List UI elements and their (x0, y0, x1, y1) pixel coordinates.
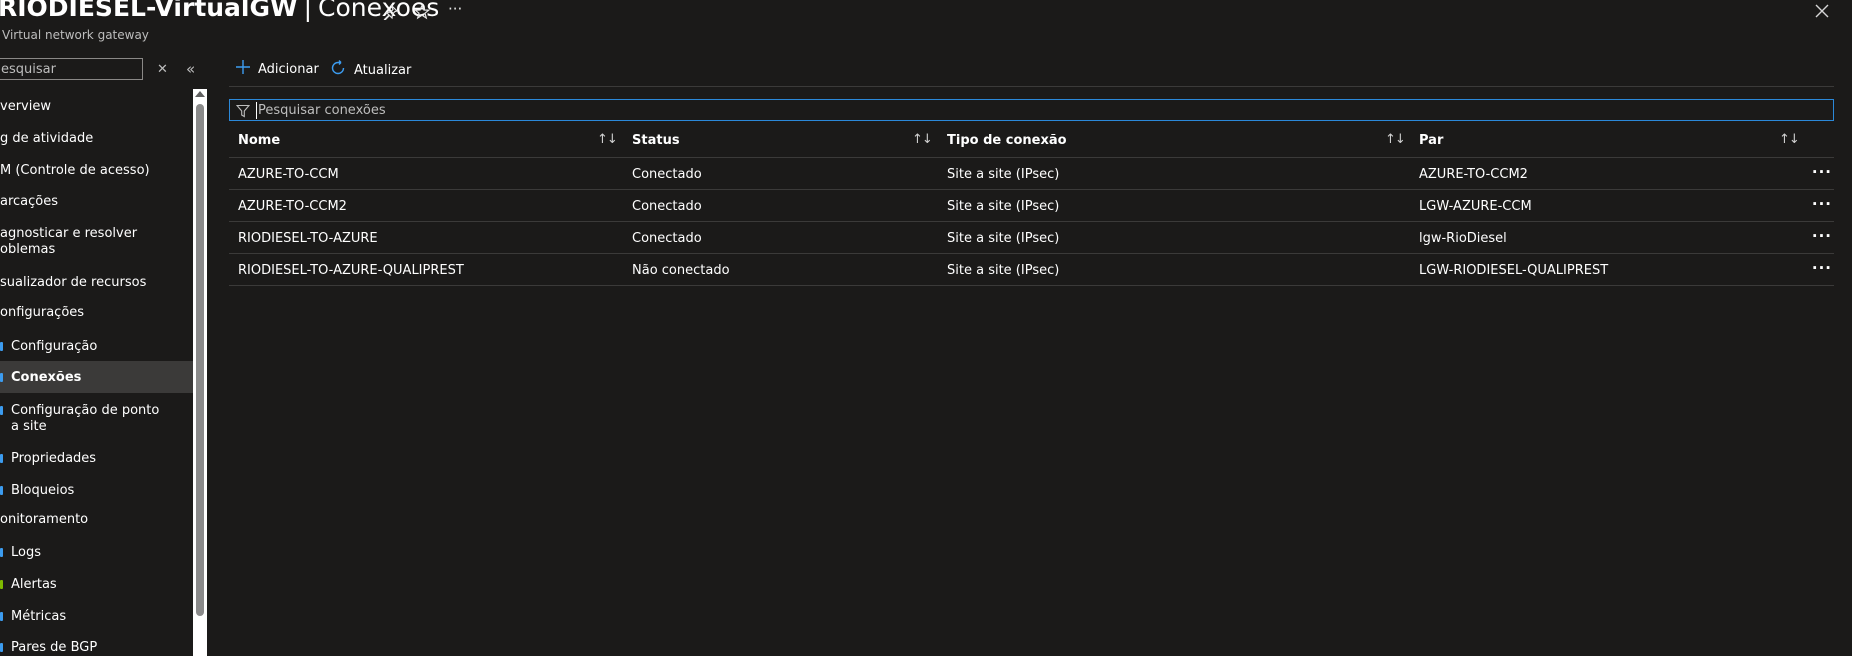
search-connections-input[interactable] (256, 101, 1833, 119)
sidebar-item[interactable]: Conexões (0, 361, 193, 393)
sidebar-item-label-line2: a site (11, 419, 47, 434)
sort-peer-icon[interactable]: ↑↓ (1779, 132, 1800, 147)
sidebar-item[interactable]: Configuração de ponto a site (0, 403, 193, 435)
plus-icon (236, 60, 250, 78)
sidebar-item-label: Métricas (11, 609, 67, 624)
cell-name[interactable]: AZURE-TO-CCM2 (238, 199, 347, 214)
cell-connection-type: Site a site (IPsec) (947, 263, 1060, 278)
row-divider (229, 221, 1834, 222)
sidebar-item-label: g de atividade (0, 131, 94, 146)
title-separator: | (303, 0, 313, 22)
cell-peer: LGW-AZURE-CCM (1419, 199, 1532, 214)
sidebar-item[interactable]: Métricas (0, 609, 193, 625)
sidebar-item[interactable]: sualizador de recursos (0, 275, 193, 291)
sidebar-item-label: onfigurações (0, 305, 85, 320)
sort-connection-type-icon[interactable]: ↑↓ (1385, 132, 1406, 147)
cell-status: Conectado (632, 167, 702, 182)
sidebar-item[interactable]: Bloqueios (0, 483, 193, 499)
sidebar-item[interactable]: Alertas (0, 577, 193, 593)
sidebar-item[interactable]: verview (0, 99, 193, 115)
column-header-peer[interactable]: Par (1419, 133, 1443, 148)
nav-item-icon (0, 406, 3, 415)
add-button-label: Adicionar (258, 61, 319, 77)
refresh-icon (330, 60, 346, 80)
sidebar-item-label: M (Controle de acesso) (0, 163, 150, 178)
close-icon[interactable] (1814, 0, 1830, 25)
sidebar-item[interactable]: Logs (0, 545, 193, 561)
sidebar-item-label: Bloqueios (11, 483, 75, 498)
row-more-actions-icon[interactable]: ··· (1812, 227, 1832, 245)
row-more-actions-icon[interactable]: ··· (1812, 195, 1832, 213)
sidebar-item-label: Pares de BGP (11, 640, 98, 655)
star-icon[interactable] (413, 3, 431, 24)
cell-connection-type: Site a site (IPsec) (947, 167, 1060, 182)
cell-name[interactable]: RIODIESEL-TO-AZURE-QUALIPREST (238, 263, 464, 278)
sidebar-item-label: Logs (11, 545, 41, 560)
sidebar-item[interactable]: arcações (0, 194, 193, 210)
row-more-actions-icon[interactable]: ··· (1812, 259, 1832, 277)
sidebar-item-label: Conexões (11, 370, 82, 385)
sidebar-item-label: sualizador de recursos (0, 275, 147, 290)
sidebar-item[interactable]: onfigurações (0, 305, 193, 321)
nav-item-icon (0, 580, 3, 589)
row-divider (229, 189, 1834, 190)
sidebar-nav: verview g de atividade M (Controle de aces… (0, 0, 193, 656)
cell-peer: lgw-RioDiesel (1419, 231, 1507, 246)
sidebar-item-label: Alertas (11, 577, 57, 592)
nav-item-icon (0, 643, 3, 652)
sidebar-item-label: agnosticar e resolver (0, 226, 138, 241)
sidebar-item[interactable]: M (Controle de acesso) (0, 163, 193, 179)
row-divider (229, 253, 1834, 254)
refresh-button[interactable]: Atualizar (330, 60, 411, 80)
cell-name[interactable]: RIODIESEL-TO-AZURE (238, 231, 378, 246)
sidebar-item[interactable]: agnosticar e resolver oblemas (0, 226, 193, 258)
cell-connection-type: Site a site (IPsec) (947, 231, 1060, 246)
cell-connection-type: Site a site (IPsec) (947, 199, 1060, 214)
sidebar-scrollbar[interactable] (193, 89, 207, 656)
sidebar-item-label-line2: oblemas (0, 242, 56, 257)
sidebar-scrollbar-thumb[interactable] (196, 104, 204, 616)
row-divider (229, 157, 1834, 158)
sidebar-item[interactable]: Pares de BGP (0, 640, 193, 656)
nav-item-icon (0, 373, 3, 382)
sidebar-item-label: arcações (0, 194, 59, 209)
ellipsis-icon[interactable]: ··· (448, 0, 462, 18)
add-button[interactable]: Adicionar (236, 60, 319, 78)
nav-item-icon (0, 486, 3, 495)
cell-peer: LGW-RIODIESEL-QUALIPREST (1419, 263, 1609, 278)
sidebar-item[interactable]: Configuração (0, 339, 193, 355)
column-header-status[interactable]: Status (632, 133, 680, 148)
column-header-name[interactable]: Nome (238, 133, 280, 148)
pin-icon[interactable] (382, 4, 399, 24)
nav-item-icon (0, 612, 3, 621)
nav-item-icon (0, 454, 3, 463)
sidebar-item[interactable]: Propriedades (0, 451, 193, 467)
column-header-connection-type[interactable]: Tipo de conexão (947, 133, 1067, 148)
row-more-actions-icon[interactable]: ··· (1812, 163, 1832, 181)
row-divider (229, 285, 1834, 286)
sidebar-item-label: Configuração de ponto (11, 403, 160, 418)
sort-status-icon[interactable]: ↑↓ (912, 132, 933, 147)
sidebar-item-label: Propriedades (11, 451, 97, 466)
cell-status: Conectado (632, 231, 702, 246)
toolbar-divider (229, 86, 1834, 87)
refresh-button-label: Atualizar (354, 62, 412, 78)
sidebar-item-label: verview (0, 99, 51, 114)
nav-item-icon (0, 342, 3, 351)
cell-peer: AZURE-TO-CCM2 (1419, 167, 1528, 182)
filter-icon (235, 103, 251, 118)
sidebar-item-label: onitoramento (0, 512, 89, 527)
sidebar-item-label: Configuração (11, 339, 98, 354)
cell-name[interactable]: AZURE-TO-CCM (238, 167, 339, 182)
sort-name-icon[interactable]: ↑↓ (597, 132, 618, 147)
cell-status: Conectado (632, 199, 702, 214)
cell-status: Não conectado (632, 263, 730, 278)
filter-box[interactable] (229, 99, 1834, 121)
sidebar-item[interactable]: onitoramento (0, 512, 193, 528)
nav-item-icon (0, 548, 3, 557)
sidebar-item[interactable]: g de atividade (0, 131, 193, 147)
scroll-up-arrow-icon[interactable] (195, 91, 205, 97)
